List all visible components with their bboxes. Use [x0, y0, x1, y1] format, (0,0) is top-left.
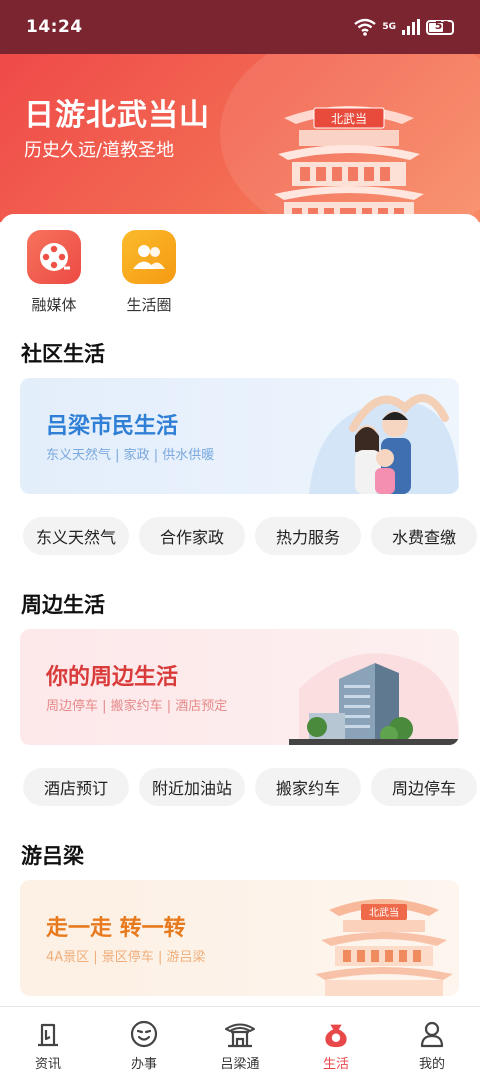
- chip-housekeeping[interactable]: 合作家政: [139, 517, 245, 555]
- chip-moving[interactable]: 搬家约车: [255, 768, 361, 806]
- chip-water-bill[interactable]: 水费查缴: [371, 517, 477, 555]
- tab-life[interactable]: 生活: [288, 1007, 384, 1072]
- section-title-tour: 游吕梁: [21, 844, 84, 868]
- bottom-tab-bar: 资讯 办事 吕梁通 生活 我的: [0, 1006, 480, 1072]
- chip-heating[interactable]: 热力服务: [255, 517, 361, 555]
- main-content: 融媒体 生活圈 社区生活 吕梁市民生活 东义天然气 | 家政 | 供水供暖 东义…: [0, 214, 480, 1006]
- tab-label: 生活: [322, 1057, 349, 1072]
- user-icon: [420, 1021, 444, 1048]
- tab-services[interactable]: 办事: [96, 1007, 192, 1072]
- temple-illustration: 北武当: [315, 899, 453, 996]
- chip-parking[interactable]: 周边停车: [371, 768, 477, 806]
- card-title: 吕梁市民生活: [46, 414, 179, 439]
- quick-action-label: 融媒体: [31, 296, 77, 314]
- tab-label: 资讯: [34, 1057, 61, 1072]
- temple-sign: 北武当: [369, 906, 399, 919]
- banner-subtitle: 历史久远/道教圣地: [24, 140, 175, 161]
- building-illustration: [289, 653, 459, 745]
- community-life-card[interactable]: 吕梁市民生活 东义天然气 | 家政 | 供水供暖: [20, 378, 459, 494]
- temple-illustration: 北武当: [274, 106, 424, 222]
- card-subtitle: 周边停车 | 搬家约车 | 酒店预定: [46, 699, 228, 714]
- signal-icon: [402, 19, 420, 35]
- tab-me[interactable]: 我的: [384, 1007, 480, 1072]
- family-illustration: [309, 394, 459, 494]
- wifi-icon: [354, 18, 377, 36]
- film-reel-icon: [27, 230, 81, 284]
- quick-action-label: 生活圈: [126, 296, 172, 314]
- section-title-nearby: 周边生活: [21, 593, 105, 617]
- nearby-life-card[interactable]: 你的周边生活 周边停车 | 搬家约车 | 酒店预定: [20, 629, 459, 745]
- tab-label: 我的: [418, 1057, 445, 1072]
- tab-lvliangtong[interactable]: 吕梁通: [192, 1007, 288, 1072]
- quick-action-media[interactable]: 融媒体: [14, 230, 94, 315]
- chip-hotel[interactable]: 酒店预订: [23, 768, 129, 806]
- tab-news[interactable]: 资讯: [0, 1007, 96, 1072]
- community-chips: 东义天然气 合作家政 热力服务 水费查缴: [23, 517, 477, 555]
- card-subtitle: 4A景区 | 景区停车 | 游吕梁: [46, 950, 206, 965]
- hero-banner[interactable]: 日游北武当山 历史久远/道教圣地 北武当: [0, 54, 480, 222]
- banner-title: 日游北武当山: [24, 98, 210, 133]
- nearby-chips: 酒店预订 附近加油站 搬家约车 周边停车: [23, 768, 477, 806]
- card-subtitle: 东义天然气 | 家政 | 供水供暖: [46, 448, 215, 463]
- chip-gas-station[interactable]: 附近加油站: [139, 768, 245, 806]
- status-bar: 14:24 5G 53: [0, 0, 480, 54]
- tour-card[interactable]: 走一走 转一转 4A景区 | 景区停车 | 游吕梁 北武当: [20, 880, 459, 996]
- news-icon: [38, 1023, 58, 1047]
- section-title-community: 社区生活: [21, 342, 105, 366]
- life-bag-icon: [325, 1024, 347, 1048]
- service-face-icon: [130, 1020, 158, 1048]
- tab-label: 办事: [130, 1057, 157, 1072]
- card-title: 你的周边生活: [46, 665, 179, 690]
- status-time: 14:24: [26, 17, 83, 37]
- people-group-icon: [122, 230, 176, 284]
- battery-icon: 53: [426, 18, 454, 35]
- tab-label: 吕梁通: [220, 1057, 260, 1072]
- battery-level: 53: [434, 18, 450, 32]
- pavilion-icon: [225, 1023, 255, 1048]
- temple-sign: 北武当: [331, 112, 367, 126]
- card-title: 走一走 转一转: [46, 916, 186, 941]
- quick-action-life-circle[interactable]: 生活圈: [109, 230, 189, 315]
- chip-gas[interactable]: 东义天然气: [23, 517, 129, 555]
- network-type: 5G: [382, 22, 396, 32]
